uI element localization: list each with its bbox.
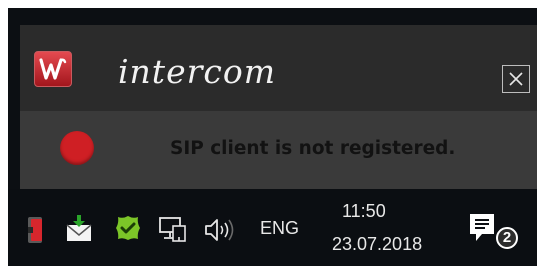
status-indicator-icon [60,131,94,165]
red-app-icon[interactable] [26,216,46,244]
status-message: SIP client is not registered. [170,138,456,159]
app-name: intercom [118,52,277,91]
taskbar: ENG 11:50 23.07.2018 2 [8,189,537,266]
volume-icon[interactable] [204,218,236,242]
clock-date[interactable]: 23.07.2018 [332,234,422,255]
intercom-logo-icon [34,51,72,87]
intercom-notification[interactable]: intercom SIP client is not registered. [20,25,537,189]
action-center-icon[interactable] [468,212,498,246]
input-language[interactable]: ENG [260,218,299,239]
close-icon [509,72,523,86]
network-icon[interactable] [159,217,187,243]
notification-body: SIP client is not registered. [20,111,537,189]
close-button[interactable] [502,65,530,93]
desktop: intercom SIP client is not registered. E… [8,8,537,266]
green-app-icon[interactable] [113,213,143,243]
notification-count-badge: 2 [496,227,518,249]
clock-time[interactable]: 11:50 [342,201,386,222]
mail-download-icon[interactable] [65,213,93,243]
notification-header: intercom [20,25,537,111]
